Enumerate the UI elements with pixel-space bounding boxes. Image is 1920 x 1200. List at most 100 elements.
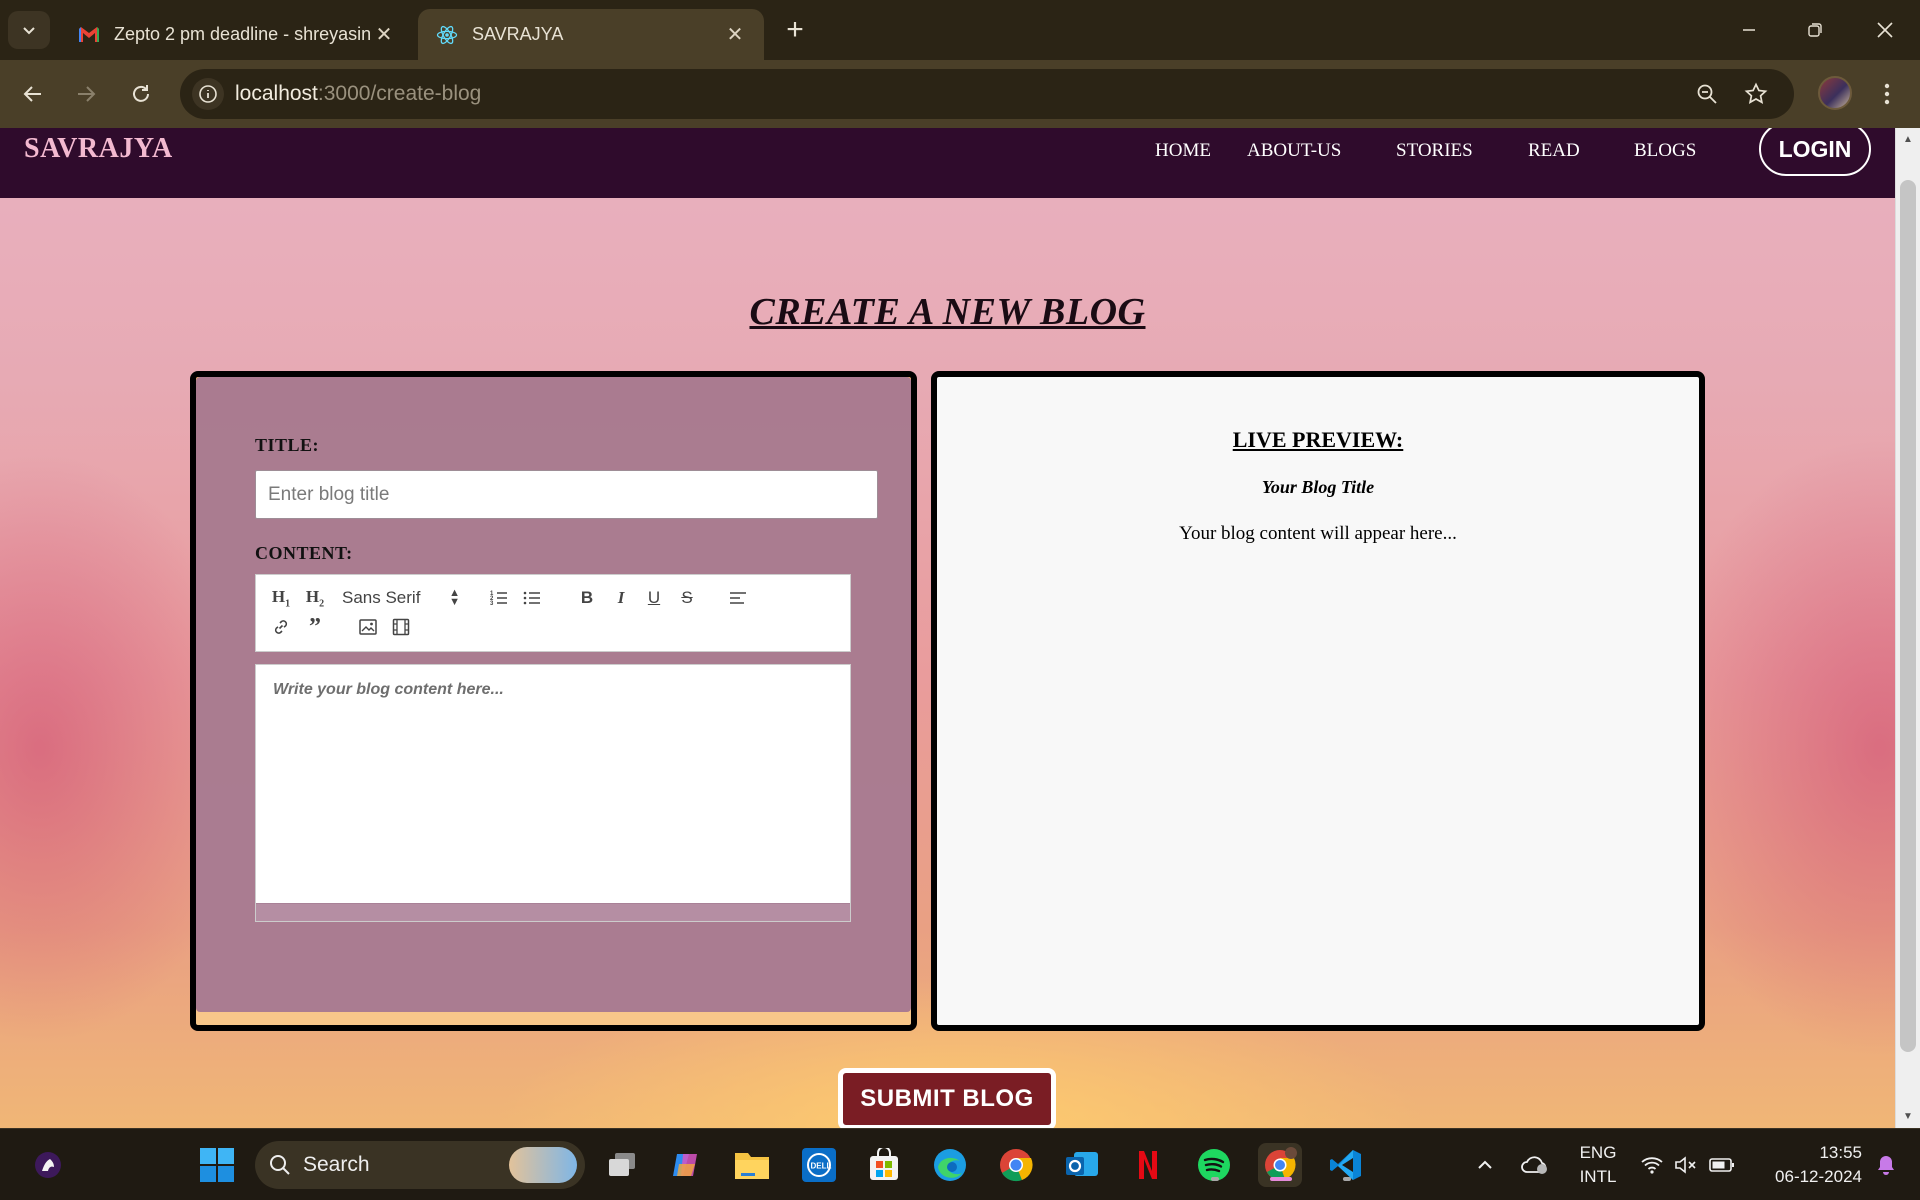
netflix-icon[interactable] [1126,1143,1170,1187]
ordered-list-button[interactable]: 123 [486,586,512,610]
close-tab-icon[interactable]: ✕ [373,22,395,47]
search-label: Search [303,1153,370,1176]
close-window-button[interactable] [1860,10,1910,50]
scroll-down-icon[interactable]: ▼ [1903,1111,1913,1122]
nav-blogs-link[interactable]: BLOGS [1634,140,1696,162]
windows-start-icon[interactable] [195,1143,239,1187]
heading-1-button[interactable]: H1 [268,586,294,610]
bookmark-star-icon[interactable] [1743,81,1769,107]
restore-button[interactable] [1790,10,1840,50]
scrollbar-thumb[interactable] [1900,180,1916,1052]
task-view-icon[interactable] [600,1143,644,1187]
align-left-icon [730,592,746,604]
address-bar[interactable]: localhost:3000/create-blog [180,69,1794,119]
bullet-list-icon [523,591,540,605]
premier-league-widget-icon[interactable] [26,1143,70,1187]
nav-stories-link[interactable]: STORIES [1396,140,1473,162]
blockquote-button[interactable]: ” [302,615,328,639]
arrow-right-icon [78,86,96,102]
chrome-icon[interactable] [994,1143,1038,1187]
site-info-button[interactable] [192,78,224,110]
nav-read-link[interactable]: READ [1528,140,1580,162]
nav-home-link[interactable]: HOME [1155,140,1211,162]
italic-button[interactable]: I [608,586,634,610]
close-icon [1877,22,1893,38]
spotify-icon[interactable] [1192,1143,1236,1187]
submit-blog-button[interactable]: SUBMIT BLOG [838,1068,1056,1128]
heading-1-icon: H1 [271,586,291,610]
site-logo[interactable]: SAVRAJYA [24,133,173,165]
preview-heading: LIVE PREVIEW: [1232,427,1404,452]
select-arrows-icon: ▲ ▼ [449,587,460,608]
zoom-icon[interactable] [1694,81,1720,107]
forward-button[interactable] [68,76,104,112]
scroll-up-icon[interactable]: ▲ [1903,134,1913,145]
vscode-icon[interactable] [1324,1143,1368,1187]
url-text[interactable]: localhost:3000/create-blog [235,82,481,106]
underline-icon: U [647,588,661,607]
browser-tab-gmail[interactable]: Zepto 2 pm deadline - shreyasin ✕ [60,9,413,60]
notification-bell-icon[interactable] [1866,1143,1906,1187]
taskbar-search[interactable]: Search [255,1141,585,1189]
link-icon [274,620,288,634]
file-explorer-icon[interactable] [730,1143,774,1187]
font-family-select[interactable]: Sans Serif ▲ ▼ [342,586,460,610]
clock[interactable]: 13:55 06-12-2024 [1756,1141,1862,1189]
title-label: TITLE: [255,435,320,455]
plus-icon: + [786,13,804,46]
editor-form: TITLE: CONTENT: H1 H2 Sans Serif ▲▼ 123 … [196,377,911,1012]
image-button[interactable] [355,615,381,639]
strikethrough-button[interactable]: S [674,586,700,610]
onedrive-cloud-icon[interactable] [1515,1143,1555,1187]
clock-time: 13:55 [1819,1143,1862,1162]
close-tab-icon[interactable]: ✕ [724,22,746,47]
language-text: ENG [1579,1143,1617,1162]
bold-button[interactable]: B [574,586,600,610]
microsoft-store-icon[interactable] [862,1143,906,1187]
italic-icon: I [617,588,625,607]
site-navbar: SAVRAJYA HOME ABOUT-US STORIES READ BLOG… [0,128,1895,198]
bullet-list-button[interactable] [519,586,545,610]
page-scrollbar[interactable]: ▲ ▼ [1895,128,1920,1128]
reload-button[interactable] [123,76,159,112]
editor-toolbar: H1 H2 Sans Serif ▲ ▼ 123 B I U S ” [255,574,851,652]
underline-button[interactable]: U [641,586,667,610]
tab-search-button[interactable] [8,11,50,49]
show-hidden-icons-chevron-up-icon[interactable] [1470,1143,1500,1187]
align-button[interactable] [725,586,751,610]
running-indicator [1343,1177,1351,1181]
dell-app-icon[interactable]: DELL [797,1143,841,1187]
input-language-indicator[interactable]: ENG INTL [1574,1141,1622,1189]
search-icon [270,1155,290,1175]
new-tab-button[interactable]: + [778,14,812,48]
minimize-button[interactable] [1724,10,1774,50]
content-editor[interactable]: Write your blog content here... [255,664,851,922]
blog-editor-panel: TITLE: CONTENT: H1 H2 Sans Serif ▲▼ 123 … [190,371,917,1031]
edge-browser-icon[interactable] [928,1143,972,1187]
back-button[interactable] [15,76,51,112]
preview-title: Your Blog Title [1261,477,1375,497]
login-button[interactable]: LOGIN [1759,128,1871,176]
battery-icon[interactable] [1702,1143,1742,1187]
react-icon [436,24,458,46]
browser-menu-button[interactable] [1872,76,1902,112]
profile-avatar[interactable] [1818,76,1852,110]
outlook-icon[interactable] [1060,1143,1104,1187]
link-button[interactable] [268,615,294,639]
copilot-icon[interactable] [664,1143,708,1187]
ordered-list-icon: 123 [490,591,507,607]
preview-content: Your blog content will appear here... [1179,523,1457,544]
heading-2-button[interactable]: H2 [302,586,328,610]
svg-text:DELL: DELL [811,1162,832,1171]
nav-about-link[interactable]: ABOUT-US [1247,140,1341,162]
video-button[interactable] [388,615,414,639]
volume-muted-icon[interactable] [1666,1143,1706,1187]
title-input[interactable] [255,470,878,519]
heading-2-icon: H2 [305,586,325,610]
browser-tab-savrajya[interactable]: SAVRAJYA ✕ [418,9,764,60]
restore-icon [1808,23,1822,37]
more-vertical-icon [1884,83,1890,105]
live-preview-panel: LIVE PREVIEW: Your Blog Title Your blog … [931,371,1705,1031]
keyboard-layout-text: INTL [1579,1167,1617,1186]
chrome-profile-icon[interactable] [1258,1143,1302,1187]
